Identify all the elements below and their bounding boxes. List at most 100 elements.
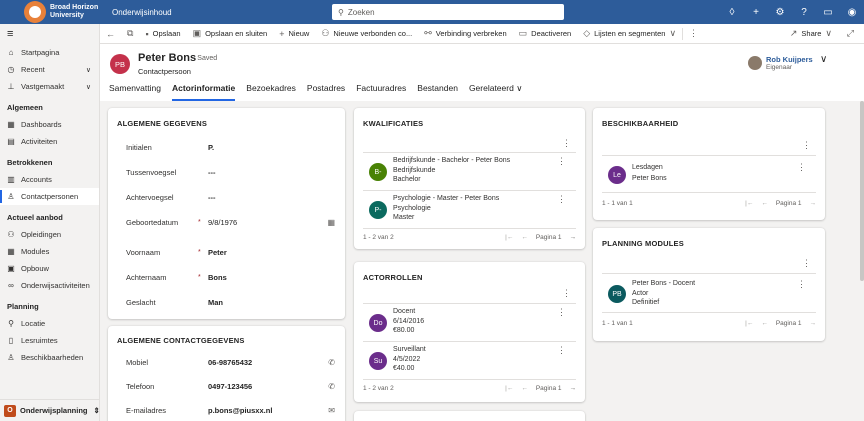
plus-icon[interactable]: + [744,7,768,18]
new-connection-button[interactable]: ⚇ Nieuwe verbonden co... [315,24,418,44]
more-vertical-icon[interactable]: ⋮ [557,307,566,336]
app-name[interactable]: Onderwijsinhoud [112,8,172,17]
more-vertical-icon[interactable]: ⋮ [557,194,566,223]
next-page-icon[interactable]: → [810,200,817,207]
field-voornaam[interactable]: Voornaam * Peter [126,245,335,259]
first-page-icon[interactable]: |← [505,234,513,241]
popout-button[interactable]: ⧉ [121,24,139,44]
tab-bezoekadres[interactable]: Bezoekadres [246,83,296,99]
row-title[interactable]: Peter Bons - Docent [632,279,695,289]
field-geboortedatum[interactable]: Geboortedatum * 9/8/1976 ▦ [126,215,335,229]
mail-icon[interactable]: ✉ [328,406,335,415]
back-button[interactable]: ← [100,24,121,44]
tab-bestanden[interactable]: Bestanden [417,83,458,99]
field-value[interactable]: 06-98765432 [208,358,328,367]
more-vertical-icon[interactable]: ⋮ [802,140,811,151]
more-vertical-icon[interactable]: ⋮ [797,279,806,308]
next-page-icon[interactable]: → [810,320,817,327]
gear-icon[interactable]: ⚙ [768,7,792,18]
org-logo[interactable]: Broad Horizon University [0,0,100,24]
row-title[interactable]: Bedrijfskunde - Bachelor - Peter Bons [393,156,510,166]
sidebar-item-modules[interactable]: ▦ Modules [0,243,99,260]
help-icon[interactable]: ? [792,7,816,18]
tab-actorinformatie[interactable]: Actorinformatie [171,83,236,101]
phone-icon[interactable]: ✆ [328,358,335,367]
field-value[interactable]: Man [208,298,335,307]
more-vertical-icon[interactable]: ⋮ [557,156,566,185]
disconnect-button[interactable]: ⚯ Verbinding verbreken [418,24,512,44]
field-achternaam[interactable]: Achternaam * Bons [126,270,335,284]
maximize-button[interactable]: ⤢ [841,24,860,44]
more-vertical-icon[interactable]: ⋮ [557,345,566,374]
user-icon[interactable]: ◉ [840,7,864,18]
share-button[interactable]: ↗ Share ∨ [784,24,838,44]
row-title[interactable]: Lesdagen [632,162,667,173]
new-button[interactable]: + Nieuw [273,24,315,44]
more-vertical-icon[interactable]: ⋮ [802,258,811,269]
more-vertical-icon[interactable]: ⋮ [562,138,571,149]
sidebar-item-activiteiten[interactable]: ▤ Activiteiten [0,133,99,150]
calendar-icon[interactable]: ▦ [327,218,335,227]
field-achtervoegsel[interactable]: Achtervoegsel --- [126,190,335,204]
field-value[interactable]: 0497-123456 [208,382,328,391]
list-item[interactable]: P- Psychologie - Master - Peter Bons Psyc… [363,194,576,223]
more-commands-button[interactable]: ⋮ [683,24,704,44]
area-switcher[interactable]: O Onderwijsplanning ⇕ [0,399,100,421]
first-page-icon[interactable]: |← [745,200,753,207]
next-page-icon[interactable]: → [570,234,577,241]
tab-postadres[interactable]: Postadres [307,83,345,99]
list-item[interactable]: B- Bedrijfskunde - Bachelor - Peter Bons… [363,156,576,185]
first-page-icon[interactable]: |← [505,385,513,392]
sidebar-item-vastgemaakt[interactable]: ⊥ Vastgemaakt ∨ [0,78,99,95]
field-value[interactable]: Bons [208,273,335,282]
row-title[interactable]: Docent [393,307,424,317]
row-title[interactable]: Surveillant [393,345,426,355]
tab-factuuradres[interactable]: Factuuradres [356,83,406,99]
chat-icon[interactable]: ▭ [816,7,840,18]
list-item[interactable]: PB Peter Bons - Docent Actor Definitief ⋮ [602,279,816,308]
deactivate-button[interactable]: ▭ Deactiveren [513,24,578,44]
list-item[interactable]: Su Surveillant 4/5/2022 €40.00 ⋮ [363,345,576,374]
chevron-down-icon[interactable]: ∨ [820,54,827,65]
next-page-icon[interactable]: → [570,385,577,392]
sidebar-item-contactpersonen[interactable]: ♙ Contactpersonen [0,188,99,205]
sidebar-item-lesruimtes[interactable]: ▯ Lesruimtes [0,332,99,349]
lightbulb-icon[interactable]: ◊ [720,7,744,18]
field-emailadres[interactable]: E-mailadres p.bons@piusxx.nl ✉ [126,403,335,417]
tab-samenvatting[interactable]: Samenvatting [109,83,161,99]
scrollbar[interactable] [860,101,864,281]
sidebar-item-onderwijsactiviteiten[interactable]: ∞ Onderwijsactiviteiten [0,277,99,294]
field-value[interactable]: P. [208,143,335,152]
save-button[interactable]: ▪ Opslaan [139,24,186,44]
prev-page-icon[interactable]: ← [521,234,528,241]
prev-page-icon[interactable]: ← [761,320,768,327]
tab-gerelateerd[interactable]: Gerelateerd ∨ [469,83,523,99]
field-value[interactable]: Peter [208,248,335,257]
first-page-icon[interactable]: |← [745,320,753,327]
phone-icon[interactable]: ✆ [328,382,335,391]
sidebar-item-dashboards[interactable]: ▦ Dashboards [0,116,99,133]
hamburger-icon[interactable]: ≡ [0,24,99,44]
prev-page-icon[interactable]: ← [761,200,768,207]
field-tussenvoegsel[interactable]: Tussenvoegsel --- [126,165,335,179]
sidebar-item-startpagina[interactable]: ⌂ Startpagina [0,44,99,61]
sidebar-item-accounts[interactable]: ▥ Accounts [0,171,99,188]
more-vertical-icon[interactable]: ⋮ [797,162,806,184]
field-telefoon[interactable]: Telefoon 0497-123456 ✆ [126,379,335,393]
field-mobiel[interactable]: Mobiel 06-98765432 ✆ [126,355,335,369]
sidebar-item-beschikbaarheden[interactable]: ♙ Beschikbaarheden [0,349,99,366]
sidebar-item-opleidingen[interactable]: ⚇ Opleidingen [0,226,99,243]
sidebar-item-opbouw[interactable]: ▣ Opbouw [0,260,99,277]
prev-page-icon[interactable]: ← [521,385,528,392]
row-title[interactable]: Psychologie - Master - Peter Bons [393,194,499,204]
field-value[interactable]: --- [208,168,335,177]
sidebar-item-recent[interactable]: ◷ Recent ∨ [0,61,99,78]
field-initialen[interactable]: Initialen P. [126,140,335,154]
sidebar-item-locatie[interactable]: ⚲ Locatie [0,315,99,332]
global-search-input[interactable]: ⚲ Zoeken [332,4,564,20]
field-value[interactable]: 9/8/1976 [208,218,327,227]
save-close-button[interactable]: ▣ Opslaan en sluiten [187,24,274,44]
field-value[interactable]: --- [208,193,335,202]
more-vertical-icon[interactable]: ⋮ [562,288,571,299]
field-geslacht[interactable]: Geslacht Man [126,295,335,309]
